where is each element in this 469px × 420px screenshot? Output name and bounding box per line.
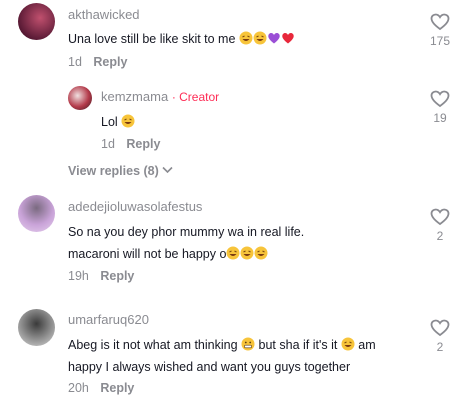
comment-meta: 1d Reply [68,55,127,69]
comment-username[interactable]: umarfaruq620 [68,312,149,327]
comment-time: 1d [68,55,82,69]
comment-username[interactable]: kemzmama · Creator [101,89,219,104]
comment-time: 19h [68,269,89,283]
avatar[interactable] [18,3,55,40]
reply-button[interactable]: Reply [126,137,160,151]
like-count: 175 [429,34,451,48]
avatar[interactable] [68,86,92,110]
heart-outline-icon [430,319,450,337]
grimacing-face-emoji [241,337,255,356]
comment-meta: 19h Reply [68,269,134,283]
reply-button[interactable]: Reply [100,381,134,395]
laughing-face-emoji [240,246,254,265]
creator-badge: · Creator [171,90,220,104]
heart-outline-icon [430,90,450,108]
comment-text: So na you dey phor mummy wa in real life… [68,225,305,239]
laughing-face-emoji [341,337,355,356]
like-count: 19 [433,111,447,125]
like-button[interactable]: 175 [425,13,455,48]
heart-outline-icon [430,208,450,226]
purple-heart-emoji [267,31,281,50]
red-heart-emoji [281,31,295,50]
laughing-face-emoji [226,246,240,265]
comment-text: macaroni will not be happy o [68,245,268,265]
comment-username[interactable]: adedejioluwasolafestus [68,199,202,214]
comment-time: 1d [101,137,115,151]
laughing-face-emoji [253,31,267,50]
reply-button[interactable]: Reply [93,55,127,69]
reply-button[interactable]: Reply [100,269,134,283]
comment-text: Abeg is it not what am thinking but sha … [68,336,376,356]
comment-text: happy I always wished and want you guys … [68,360,351,374]
laughing-face-emoji [254,246,268,265]
comment-meta: 20h Reply [68,381,134,395]
like-count: 2 [436,229,444,243]
avatar[interactable] [18,309,55,346]
like-button[interactable]: 2 [425,208,455,243]
laughing-face-emoji [121,114,135,133]
comment-time: 20h [68,381,89,395]
comment-text: Lol [101,113,135,133]
comment-meta: 1d Reply [101,137,160,151]
comment-username[interactable]: akthawicked [68,7,140,22]
avatar[interactable] [18,195,55,232]
view-replies-button[interactable]: View replies (8) [68,164,173,178]
chevron-down-icon [162,166,173,174]
laughing-face-emoji [239,31,253,50]
like-count: 2 [436,340,444,354]
heart-outline-icon [430,13,450,31]
like-button[interactable]: 2 [425,319,455,354]
like-button[interactable]: 19 [425,90,455,125]
comment-text: Una love still be like skit to me [68,30,295,50]
